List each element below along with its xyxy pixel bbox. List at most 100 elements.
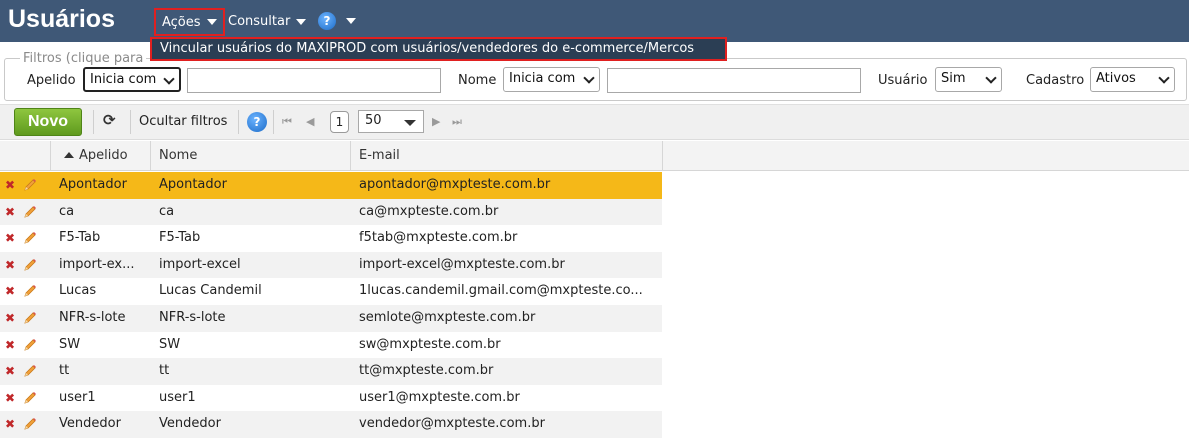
table-row[interactable]: ✖ tt tt tt@mxpteste.com.br — [0, 358, 662, 385]
menu-consultar[interactable]: Consultar — [228, 14, 307, 29]
nome-label: Nome — [458, 73, 497, 88]
last-page-icon[interactable]: ⏭ — [452, 115, 462, 129]
menu-consultar-label: Consultar — [228, 14, 291, 29]
cadastro-select[interactable]: Ativos — [1090, 67, 1175, 92]
cell-email: apontador@mxpteste.com.br — [359, 177, 551, 192]
edit-pencil-icon[interactable] — [22, 257, 38, 273]
delete-icon[interactable]: ✖ — [5, 358, 15, 384]
delete-icon[interactable]: ✖ — [5, 305, 15, 331]
cell-apelido: Lucas — [59, 283, 97, 299]
page-size-select[interactable]: 50 — [358, 110, 424, 133]
column-header-apelido[interactable]: Apelido — [50, 141, 150, 171]
edit-pencil-icon[interactable] — [22, 310, 38, 326]
menu-acoes[interactable]: Ações — [154, 8, 225, 36]
edit-pencil-icon[interactable] — [22, 177, 38, 193]
sort-asc-icon — [64, 152, 74, 158]
caret-down-icon — [404, 120, 416, 126]
cell-nome: user1 — [159, 389, 196, 405]
toolbar-divider — [238, 110, 239, 134]
cell-apelido: SW — [59, 336, 81, 352]
cell-email: user1@mxpteste.com.br — [359, 389, 520, 405]
acoes-dropdown-menu: Vincular usuários do MAXIPROD com usuári… — [150, 37, 727, 61]
help-icon: ? — [318, 12, 336, 30]
cadastro-label: Cadastro — [1026, 73, 1085, 88]
cell-email: 1lucas.candemil.gmail.com@mxpteste.co... — [359, 283, 643, 299]
edit-pencil-icon[interactable] — [22, 230, 38, 246]
delete-icon[interactable]: ✖ — [5, 411, 15, 437]
filters-legend[interactable]: Filtros (clique para — [20, 51, 147, 66]
chevron-down-icon — [163, 73, 175, 85]
cell-nome: import-excel — [159, 256, 241, 272]
delete-icon[interactable]: ✖ — [5, 252, 15, 278]
toolbar-divider — [93, 110, 94, 134]
column-email-label: E-mail — [359, 148, 400, 163]
cell-apelido: Vendedor — [59, 416, 121, 432]
cell-apelido: NFR-s-lote — [59, 310, 126, 325]
column-header-email[interactable]: E-mail — [350, 141, 662, 171]
refresh-icon[interactable]: ⟳ — [103, 111, 116, 129]
table-row[interactable]: ✖ Apontador Apontador apontador@mxpteste.co… — [0, 172, 662, 199]
edit-pencil-icon[interactable] — [22, 204, 38, 220]
apelido-input[interactable] — [187, 68, 441, 93]
chevron-down-icon — [583, 72, 595, 84]
column-apelido-label: Apelido — [79, 148, 128, 163]
first-page-icon[interactable]: ⏮ — [282, 115, 292, 129]
edit-pencil-icon[interactable] — [22, 390, 38, 406]
chevron-down-icon — [1158, 72, 1170, 84]
usuario-select[interactable]: Sim — [935, 67, 1002, 92]
delete-icon[interactable]: ✖ — [5, 332, 15, 358]
table-row[interactable]: ✖ F5-Tab F5-Tab f5tab@mxpteste.com.br — [0, 225, 662, 252]
next-page-icon[interactable]: ▶ — [432, 115, 440, 128]
cell-email: f5tab@mxpteste.com.br — [359, 230, 518, 246]
column-header-nome[interactable]: Nome — [150, 141, 350, 171]
cell-nome: SW — [159, 336, 181, 352]
cell-email: import-excel@mxpteste.com.br — [359, 256, 565, 272]
cell-nome: NFR-s-lote — [159, 310, 226, 325]
nome-input[interactable] — [607, 68, 861, 93]
edit-pencil-icon[interactable] — [22, 363, 38, 379]
table-row[interactable]: ✖ ca ca ca@mxpteste.com.br — [0, 198, 662, 226]
apelido-mode-value: Inicia com — [90, 72, 157, 87]
ocultar-filtros-button[interactable]: Ocultar filtros — [139, 114, 227, 129]
caret-down-icon — [296, 18, 307, 25]
usuario-value: Sim — [941, 71, 966, 86]
page-number-input[interactable]: 1 — [330, 111, 349, 133]
column-divider — [662, 141, 663, 171]
cell-nome: ca — [159, 203, 175, 219]
cell-apelido: ca — [59, 203, 75, 219]
menu-item-vincular[interactable]: Vincular usuários do MAXIPROD com usuári… — [160, 41, 694, 56]
delete-icon[interactable]: ✖ — [5, 199, 15, 225]
apelido-label: Apelido — [27, 73, 76, 88]
table-row[interactable]: ✖ user1 user1 user1@mxpteste.com.br — [0, 385, 662, 412]
cell-apelido: Apontador — [59, 177, 127, 192]
table-row[interactable]: ✖ Vendedor Vendedor vendedor@mxpteste.com.b… — [0, 411, 662, 438]
delete-icon[interactable]: ✖ — [5, 278, 15, 304]
edit-pencil-icon[interactable] — [22, 416, 38, 432]
cell-nome: tt — [159, 363, 170, 379]
cell-email: tt@mxpteste.com.br — [359, 363, 494, 379]
edit-pencil-icon[interactable] — [22, 283, 38, 299]
help-button[interactable]: ? — [247, 112, 267, 132]
table-row[interactable]: ✖ Lucas Lucas Candemil 1lucas.candemil.gmai… — [0, 278, 662, 305]
cell-email: sw@mxpteste.com.br — [359, 336, 501, 352]
usuario-label: Usuário — [878, 73, 928, 88]
prev-page-icon[interactable]: ◀ — [306, 115, 314, 128]
table-row[interactable]: ✖ SW SW sw@mxpteste.com.br — [0, 332, 662, 359]
delete-icon[interactable]: ✖ — [5, 385, 15, 411]
menu-help[interactable]: ? — [318, 12, 356, 30]
nome-mode-select[interactable]: Inicia com — [503, 67, 600, 92]
delete-icon[interactable]: ✖ — [5, 172, 15, 198]
caret-down-icon — [206, 19, 217, 25]
page-title: Usuários — [8, 5, 115, 33]
table-row[interactable]: ✖ import-ex... import-excel import-excel@mx… — [0, 251, 662, 279]
delete-icon[interactable]: ✖ — [5, 225, 15, 251]
cell-nome: Lucas Candemil — [159, 283, 262, 299]
novo-button[interactable]: Novo — [14, 108, 82, 136]
apelido-mode-select[interactable]: Inicia com — [83, 67, 181, 92]
table-row[interactable]: ✖ NFR-s-lote NFR-s-lote semlote@mxpteste.co… — [0, 305, 662, 332]
edit-pencil-icon[interactable] — [22, 337, 38, 353]
cell-nome: Apontador — [159, 177, 227, 192]
cell-nome: Vendedor — [159, 416, 221, 432]
help-icon: ? — [247, 112, 267, 132]
cell-apelido: import-ex... — [59, 256, 135, 272]
